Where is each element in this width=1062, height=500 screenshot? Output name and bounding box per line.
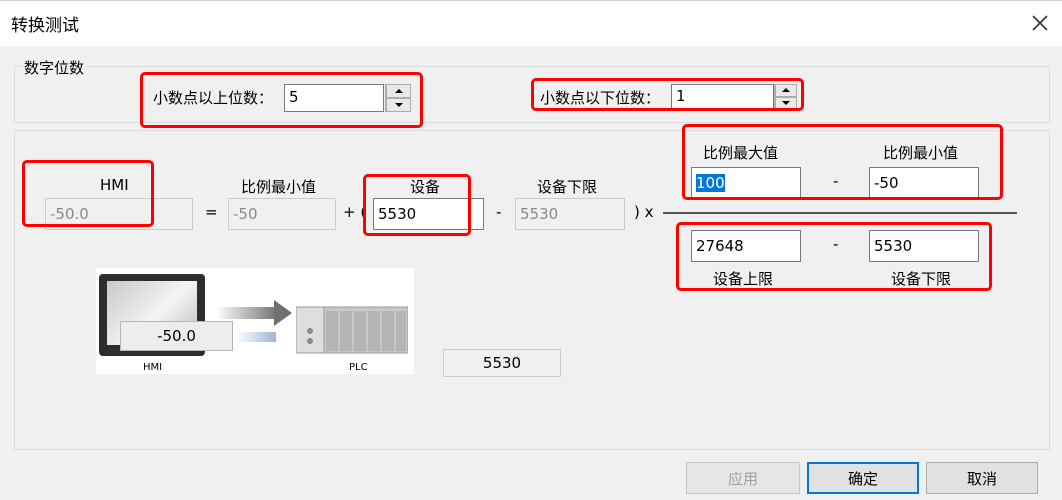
arrow-icon (214, 298, 294, 328)
plc-value: 5530 (482, 354, 522, 372)
minus-sign: - (496, 203, 502, 221)
title-bar (0, 0, 1062, 46)
device-lower-label: 设备下限 (537, 178, 598, 196)
highlight-denominator (676, 222, 992, 291)
apply-button[interactable]: 应用 (686, 462, 800, 494)
close-icon[interactable] (1027, 10, 1053, 36)
window-title: 转换测试 (11, 16, 79, 36)
plc-image (295, 303, 409, 355)
conversion-diagram: -50.0 HMI PLC (96, 268, 414, 374)
ok-button[interactable]: 确定 (807, 462, 919, 494)
device-lower-value-field: 5530 (515, 198, 625, 230)
equals-sign: = (205, 203, 218, 221)
scale-min-label: 比例最小值 (241, 178, 317, 196)
fraction-line (663, 212, 1017, 214)
close-paren-times: ) x (634, 203, 654, 221)
cancel-button[interactable]: 取消 (926, 462, 1038, 494)
highlight-device (363, 174, 471, 236)
scale-min-value-field: -50 (228, 198, 336, 230)
plc-value-field: 5530 (443, 349, 561, 377)
highlight-numerator (682, 124, 1003, 200)
plc-caption: PLC (349, 362, 368, 373)
hmi-display-value: -50.0 (157, 327, 196, 345)
hmi-caption: HMI (143, 362, 163, 373)
highlight-upper-digits (140, 72, 423, 128)
signal-stripe (236, 332, 276, 342)
highlight-lower-digits (531, 78, 804, 111)
highlight-hmi (22, 160, 154, 227)
digits-group-title: 数字位数 (22, 57, 87, 78)
